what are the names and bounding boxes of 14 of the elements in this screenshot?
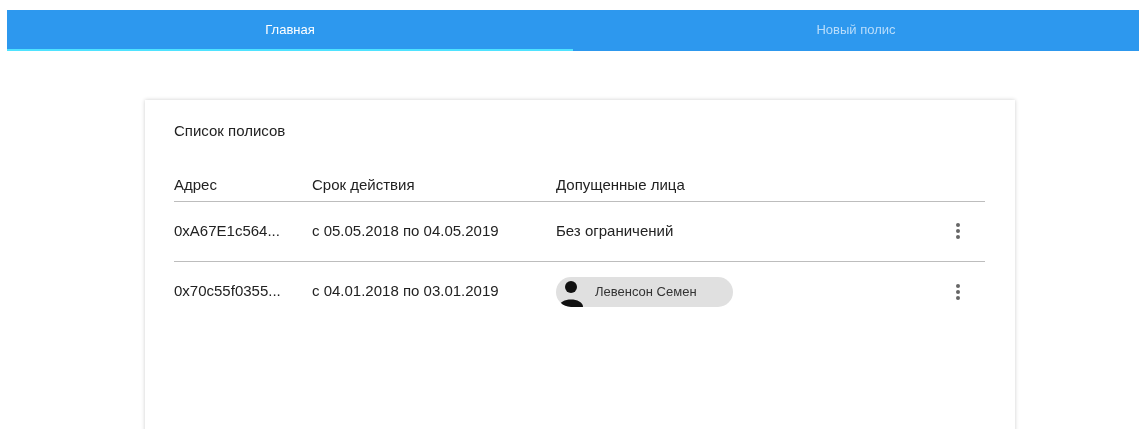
address-cell-text: 0xA67E1c564...	[174, 220, 281, 241]
more-menu-icon[interactable]	[955, 223, 961, 239]
period-cell-text: с 05.05.2018 по 04.05.2019	[312, 220, 500, 241]
column-header: Адрес	[174, 174, 218, 195]
tab[interactable]: Новый полис	[573, 10, 1139, 51]
person-name: Левенсон Семен	[595, 282, 697, 301]
column-header: Допущенные лица	[556, 174, 685, 195]
more-menu-icon[interactable]	[955, 283, 961, 300]
address-cell-text: 0x70c55f0355...	[174, 281, 282, 302]
persons-text: Без ограничений	[556, 222, 674, 239]
tab[interactable]: Главная	[7, 10, 573, 51]
period-cell-text: с 04.01.2018 по 03.01.2019	[312, 281, 500, 302]
card-title: Список полисов	[174, 121, 287, 141]
column-header: Срок действия	[312, 174, 416, 195]
